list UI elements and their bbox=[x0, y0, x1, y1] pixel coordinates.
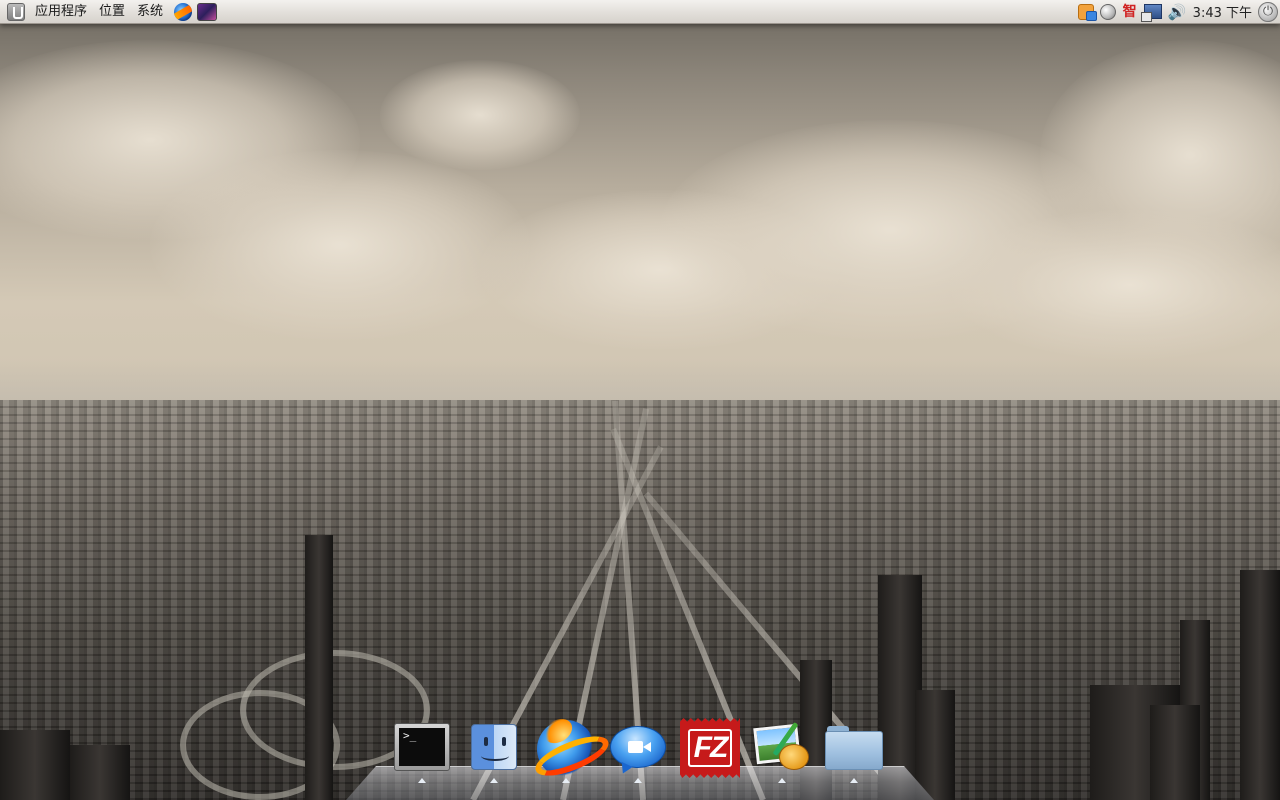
mascot-icon bbox=[779, 744, 809, 770]
power-icon[interactable]: ⏻ bbox=[1258, 1, 1278, 22]
system-monitor-launcher-icon[interactable] bbox=[197, 2, 218, 21]
dock-item-video-chat[interactable] bbox=[602, 716, 674, 792]
running-indicator bbox=[850, 778, 858, 783]
running-indicator bbox=[778, 778, 786, 783]
wallpaper-cloud bbox=[150, 150, 530, 340]
dock-item-folder[interactable] bbox=[818, 716, 890, 792]
terminal-screen: >_ bbox=[399, 728, 445, 766]
panel-tray-area: 智 🔊 3:43 下午 ⏻ bbox=[1075, 0, 1280, 24]
filezilla-icon: FZ bbox=[680, 718, 740, 778]
finder-smile bbox=[481, 751, 509, 761]
finder-eye bbox=[502, 737, 506, 746]
dock-item-image-viewer[interactable] bbox=[746, 716, 818, 792]
internet-explorer-icon bbox=[537, 720, 595, 778]
finder-icon bbox=[471, 724, 517, 770]
filezilla-logo-text: FZ bbox=[688, 729, 732, 767]
desktop-wallpaper bbox=[0, 0, 1280, 800]
clock[interactable]: 3:43 下午 bbox=[1193, 2, 1252, 21]
finder-eye bbox=[484, 737, 488, 746]
chat-notification-icon[interactable] bbox=[1077, 3, 1097, 21]
dock-item-finder[interactable] bbox=[458, 716, 530, 792]
network-icon[interactable] bbox=[1140, 4, 1162, 22]
wallpaper-tower bbox=[0, 730, 70, 800]
folder-body bbox=[825, 731, 883, 770]
image-viewer-icon bbox=[753, 720, 809, 770]
wallpaper-cloud bbox=[380, 60, 580, 170]
menu-places[interactable]: 位置 bbox=[93, 0, 131, 24]
dock-item-filezilla[interactable]: FZ bbox=[674, 716, 746, 792]
main-menu-logo-icon[interactable] bbox=[7, 2, 25, 21]
running-indicator bbox=[490, 778, 498, 783]
folder-icon bbox=[825, 726, 883, 770]
wallpaper-tower bbox=[1150, 705, 1200, 800]
top-panel: 应用程序 位置 系统 智 🔊 3:43 下午 ⏻ bbox=[0, 0, 1280, 24]
running-indicator bbox=[634, 778, 642, 783]
running-indicator bbox=[562, 778, 570, 783]
terminal-icon: >_ bbox=[394, 723, 450, 771]
dock: >_ FZ bbox=[386, 716, 890, 792]
volume-icon[interactable]: 🔊 bbox=[1168, 4, 1187, 20]
wallpaper-tower bbox=[1240, 570, 1280, 800]
wallpaper-tower bbox=[915, 690, 955, 800]
dock-item-terminal[interactable]: >_ bbox=[386, 716, 458, 792]
wallpaper-tower bbox=[305, 535, 333, 800]
running-indicator bbox=[418, 778, 426, 783]
menu-system[interactable]: 系统 bbox=[131, 0, 169, 24]
web-browser-launcher-icon[interactable] bbox=[174, 2, 193, 21]
input-method-icon[interactable]: 智 bbox=[1122, 4, 1138, 20]
dock-item-internet-explorer[interactable] bbox=[530, 716, 602, 792]
update-icon[interactable] bbox=[1099, 3, 1116, 20]
video-chat-icon bbox=[610, 726, 666, 768]
menu-applications[interactable]: 应用程序 bbox=[29, 0, 93, 24]
camera-icon bbox=[628, 741, 651, 753]
wallpaper-tower bbox=[70, 745, 130, 800]
panel-menu-area: 应用程序 位置 系统 bbox=[0, 0, 218, 24]
